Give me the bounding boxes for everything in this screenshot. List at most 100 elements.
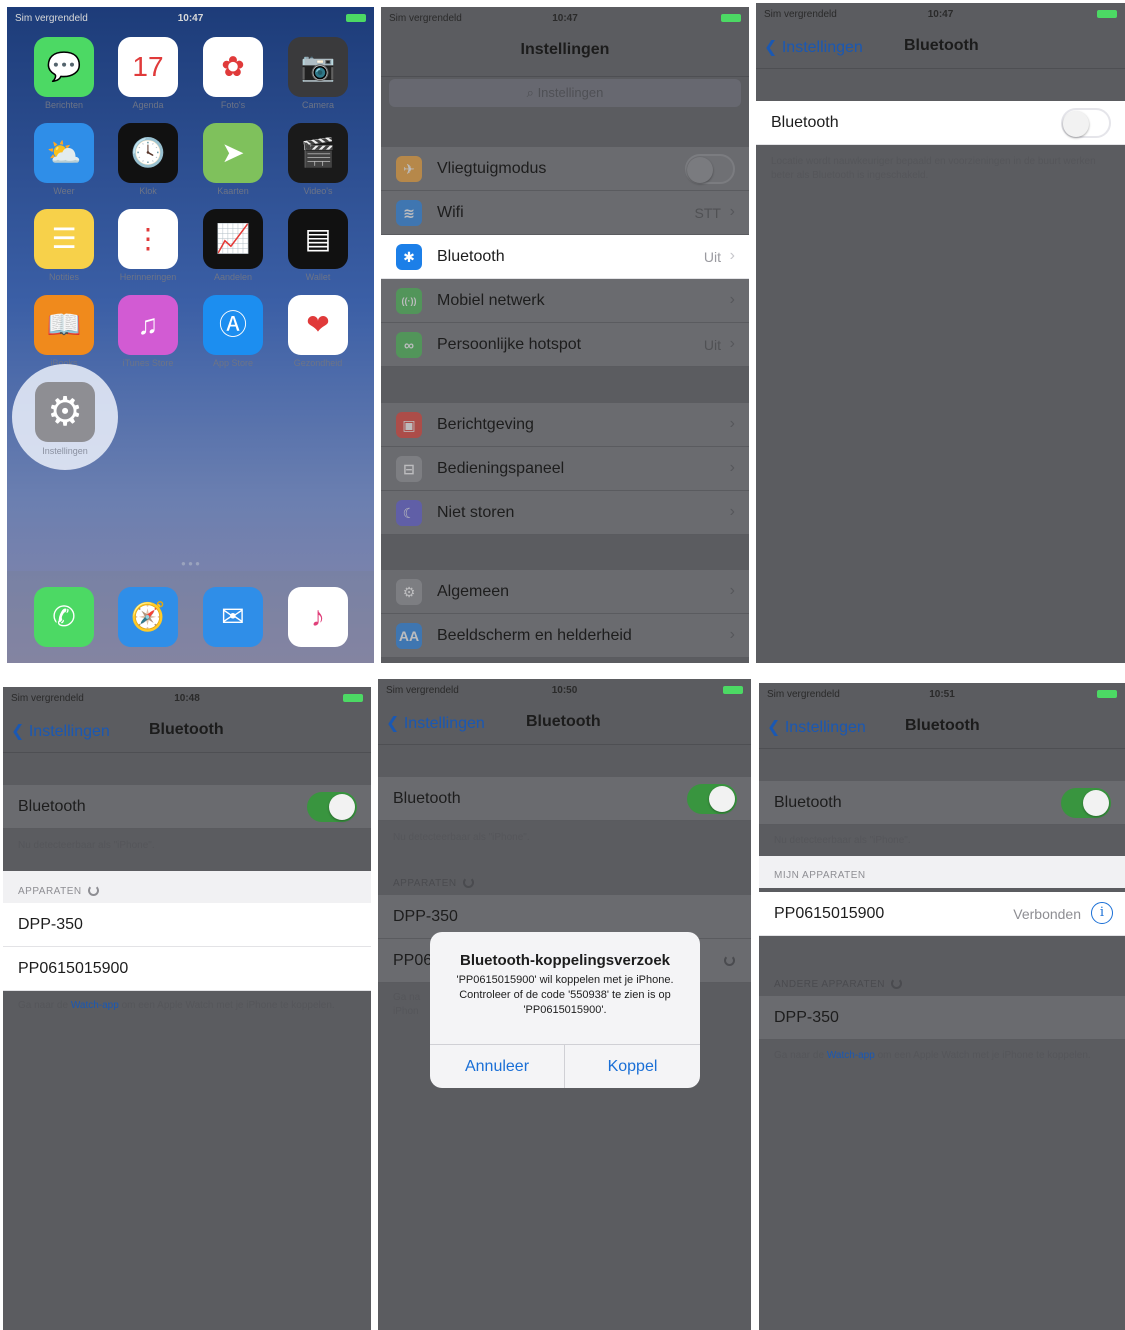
dock: ✆ 🧭 ✉ ♪ (7, 571, 374, 663)
app-label: Klok (139, 186, 157, 196)
nav-bar: ❮ Instellingen Bluetooth (759, 705, 1125, 749)
watch-app-link[interactable]: Watch-app (71, 1000, 119, 1011)
nav-bar: Instellingen (381, 29, 749, 77)
cancel-button[interactable]: Annuleer (430, 1045, 565, 1088)
music-icon[interactable]: ♪ (288, 587, 348, 647)
loading-spinner-icon (724, 955, 735, 966)
back-button[interactable]: ❮ Instellingen (11, 721, 110, 741)
loading-spinner-icon (891, 978, 902, 989)
app-label: App Store (212, 358, 254, 368)
battery-icon (721, 13, 741, 24)
watch-app-link[interactable]: Watch-app (827, 1050, 875, 1061)
battery-icon (1097, 689, 1117, 700)
battery-icon (1097, 9, 1117, 20)
bluetooth-off-footer: Locatie wordt nauwkeuriger bepaald en vo… (771, 156, 1096, 181)
app-label: iTunes Store (122, 358, 174, 368)
maps-icon[interactable]: ➤ (203, 123, 263, 183)
settings-app-highlight[interactable]: ⚙ Instellingen (12, 364, 118, 470)
panel-bluetooth-connected: Sim vergrendeld 10:51 ❮ Instellingen Blu… (759, 683, 1125, 1330)
chevron-right-icon: › (729, 247, 735, 264)
settings-row-algemeen[interactable]: ⚙ Algemeen › (381, 570, 749, 614)
device-row-pp0615015900[interactable]: PP0615015900 Verbonden i (759, 892, 1125, 936)
time-label: 10:47 (927, 9, 954, 20)
device-name: PP0615015900 (18, 960, 129, 977)
app-label: Camera (301, 100, 334, 110)
discoverable-text: Nu detecteerbaar als "iPhone". (393, 832, 530, 843)
back-button[interactable]: ❮ Instellingen (386, 713, 485, 733)
settings-row-bedieningspaneel[interactable]: ⊟ Bedieningspaneel › (381, 447, 749, 491)
device-row-pp0615015900[interactable]: PP0615015900 (3, 947, 371, 991)
notes-icon[interactable]: ☰ (34, 209, 94, 269)
app-label: Weer (53, 186, 75, 196)
videos-icon[interactable]: 🎬 (288, 123, 348, 183)
appstore-icon[interactable]: Ⓐ (203, 295, 263, 355)
ibooks-icon[interactable]: 📖 (34, 295, 94, 355)
settings-row-persoonlijke-hotspot[interactable]: ∞ Persoonlijke hotspot Uit › (381, 323, 749, 367)
bluetooth-switch[interactable] (1061, 108, 1111, 138)
itunes-icon[interactable]: ♫ (118, 295, 178, 355)
bluetooth-toggle-row: Bluetooth (3, 785, 371, 829)
back-button[interactable]: ❮ Instellingen (764, 37, 863, 57)
nav-bar: ❮ Instellingen Bluetooth (3, 709, 371, 753)
general-gear-icon: ⚙ (396, 579, 422, 605)
settings-row-wifi[interactable]: ≋ Wifi STT › (381, 191, 749, 235)
time-label: 10:47 (177, 13, 204, 24)
chevron-right-icon: › (729, 626, 735, 643)
device-row-dpp350[interactable]: DPP-350 (3, 903, 371, 947)
settings-row-label: Algemeen (437, 583, 510, 600)
settings-row-beeldscherm-en-helderheid[interactable]: AA Beeldscherm en helderheid › (381, 614, 749, 658)
bluetooth-label: Bluetooth (18, 798, 86, 815)
hotspot-icon: ∞ (396, 332, 422, 358)
messages-icon[interactable]: 💬 (34, 37, 94, 97)
chevron-right-icon: › (729, 503, 735, 520)
settings-row-label: Bedieningspaneel (437, 460, 565, 477)
discoverable-text: Nu detecteerbaar als "iPhone". (18, 840, 155, 851)
wallet-icon[interactable]: ▤ (288, 209, 348, 269)
bluetooth-switch[interactable] (307, 792, 357, 822)
settings-row-berichtgeving[interactable]: ▣ Berichtgeving › (381, 403, 749, 447)
phone-icon[interactable]: ✆ (34, 587, 94, 647)
clock-icon[interactable]: 🕓 (118, 123, 178, 183)
mail-icon[interactable]: ✉ (203, 587, 263, 647)
settings-row-mobiel-netwerk[interactable]: ((·)) Mobiel netwerk › (381, 279, 749, 323)
settings-app-label: Instellingen (42, 446, 88, 456)
settings-row-bluetooth[interactable]: ✱ Bluetooth Uit › (381, 235, 749, 279)
page-title: Instellingen (520, 41, 610, 58)
app-label: Video's (303, 186, 333, 196)
camera-icon[interactable]: 📷 (288, 37, 348, 97)
bluetooth-switch[interactable] (1061, 788, 1111, 818)
settings-row-vliegtuigmodus[interactable]: ✈ Vliegtuigmodus (381, 147, 749, 191)
app-label: Berichten (44, 100, 84, 110)
panel-home-screen: Sim vergrendeld 10:47 💬 Berichten 17 Agenda… (7, 7, 374, 663)
control-center-icon: ⊟ (396, 456, 422, 482)
reminders-icon[interactable]: ⋮ (118, 209, 178, 269)
settings-row-label: Persoonlijke hotspot (437, 336, 582, 353)
nav-bar: ❮ Instellingen Bluetooth (378, 701, 751, 745)
settings-row-value: STT (694, 205, 721, 221)
panel-bluetooth-devices: Sim vergrendeld 10:48 ❮ Instellingen Blu… (3, 687, 371, 1330)
watch-footer: Ga naar de Watch-app om een Apple Watch … (774, 1050, 1091, 1061)
status-bar: Sim vergrendeld 10:51 (759, 683, 1125, 705)
weather-icon[interactable]: ⛅ (34, 123, 94, 183)
app-label: Agenda (132, 100, 164, 110)
health-icon[interactable]: ❤ (288, 295, 348, 355)
photos-icon[interactable]: ✿ (203, 37, 263, 97)
nav-bar: ❮ Instellingen Bluetooth (756, 25, 1125, 69)
stocks-icon[interactable]: 📈 (203, 209, 263, 269)
safari-icon[interactable]: 🧭 (118, 587, 178, 647)
info-icon[interactable]: i (1091, 902, 1113, 924)
panel-pairing-request: Sim vergrendeld 10:50 ❮ Instellingen Blu… (378, 679, 751, 1330)
back-button[interactable]: ❮ Instellingen (767, 717, 866, 737)
page-title: Bluetooth (149, 721, 224, 738)
pair-button[interactable]: Koppel (565, 1045, 700, 1088)
calendar-icon[interactable]: 17 (118, 37, 178, 97)
chevron-left-icon: ❮ (767, 719, 785, 736)
search-field[interactable]: ⌕ Instellingen (389, 79, 741, 107)
airplane-mode-switch[interactable] (685, 154, 735, 184)
bluetooth-switch[interactable] (687, 784, 737, 814)
status-bar: Sim vergrendeld 10:48 (3, 687, 371, 709)
watch-footer: Ga naar de Watch-app om een Apple Watch … (18, 1000, 335, 1011)
device-row-dpp350[interactable]: DPP-350 (759, 996, 1125, 1040)
settings-row-niet-storen[interactable]: ☾ Niet storen › (381, 491, 749, 535)
bluetooth-label: Bluetooth (771, 114, 839, 131)
